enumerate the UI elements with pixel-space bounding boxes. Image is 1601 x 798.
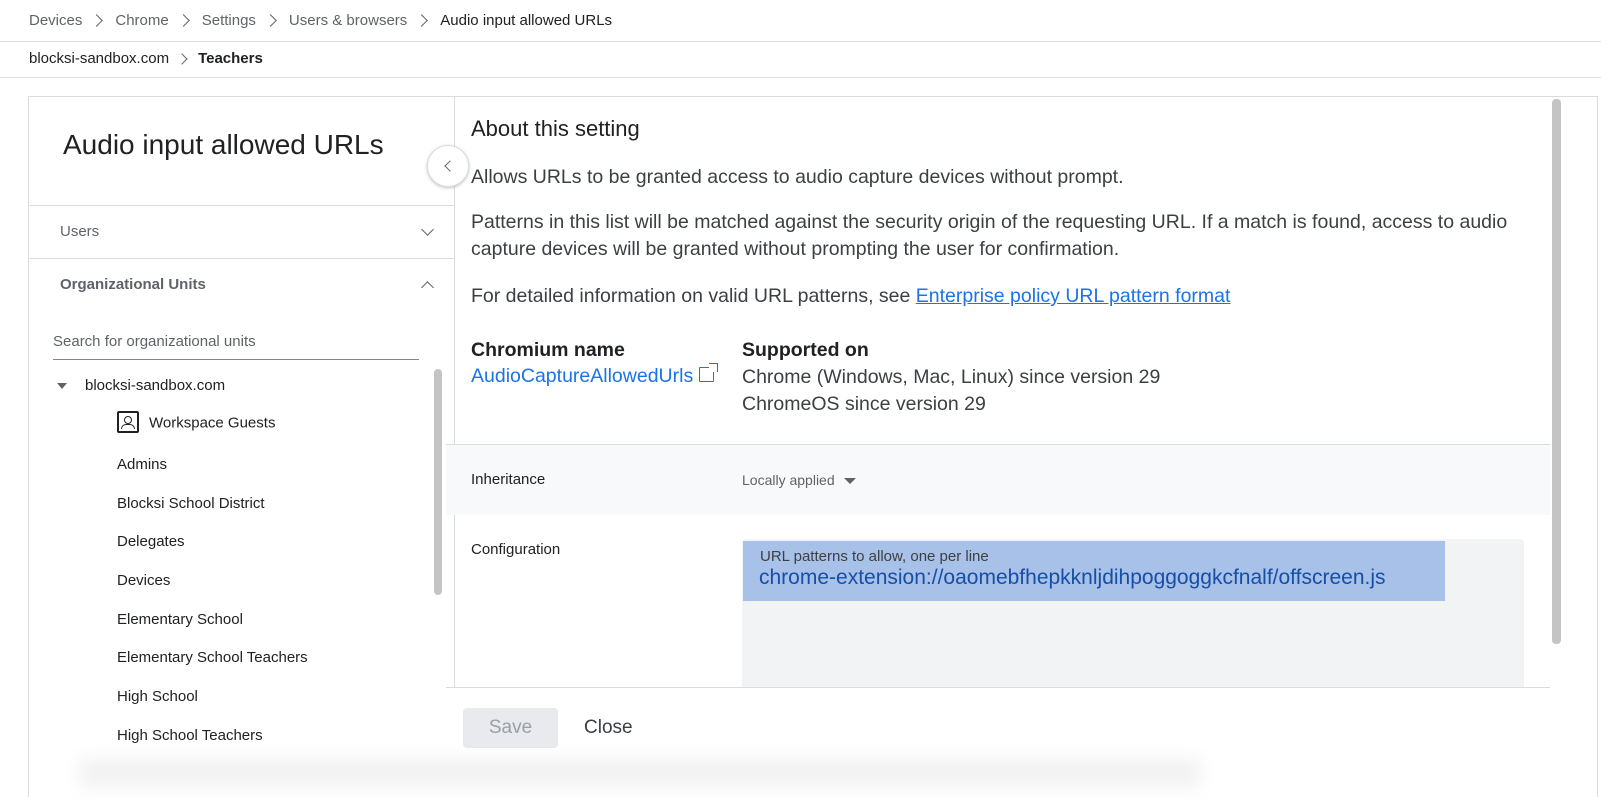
chevron-right-icon	[176, 14, 190, 27]
textarea-floating-label: URL patterns to allow, one per line	[760, 548, 989, 565]
chevron-right-icon	[176, 52, 188, 65]
textarea-value[interactable]: chrome-extension://oaomebfhepkknljdihpog…	[759, 566, 1386, 590]
setting-details-panel: About this setting Allows URLs to be gra…	[446, 97, 1550, 798]
setting-details: Patterns in this list will be matched ag…	[471, 211, 1508, 260]
breadcrumb: Devices Chrome Settings Users & browsers…	[29, 12, 612, 29]
inheritance-label: Inheritance	[471, 471, 546, 488]
org-breadcrumb: blocksi-sandbox.com Teachers	[29, 50, 263, 67]
org-unit-panel: Audio input allowed URLs Users Organizat…	[29, 97, 455, 797]
tree-root-label: blocksi-sandbox.com	[85, 377, 226, 394]
tree-item-delegates[interactable]: Delegates	[117, 533, 185, 550]
save-button[interactable]: Save	[463, 708, 558, 748]
org-units-section-label: Organizational Units	[60, 276, 206, 293]
settings-card: Audio input allowed URLs Users Organizat…	[28, 96, 1598, 798]
setting-description: Allows URLs to be granted access to audi…	[471, 166, 1124, 188]
supported-on-chrome: Chrome (Windows, Mac, Linux) since versi…	[742, 366, 1161, 388]
bottom-shadow	[80, 758, 1200, 788]
tree-root-item[interactable]: blocksi-sandbox.com	[57, 377, 225, 394]
breadcrumb-users-browsers[interactable]: Users & browsers	[289, 12, 407, 29]
breadcrumb-chrome[interactable]: Chrome	[115, 12, 168, 29]
org-breadcrumb-current: Teachers	[198, 50, 263, 67]
breadcrumb-devices[interactable]: Devices	[29, 12, 82, 29]
url-pattern-format-link[interactable]: Enterprise policy URL pattern format	[916, 285, 1231, 307]
tree-item-workspace-guests[interactable]: Workspace Guests	[117, 411, 276, 433]
tree-item-blocksi-school-district[interactable]: Blocksi School District	[117, 495, 265, 512]
external-link-icon	[699, 363, 719, 383]
users-section[interactable]: Users	[29, 205, 454, 259]
tree-item-high-school-teachers[interactable]: High School Teachers	[117, 727, 263, 744]
chevron-right-icon	[264, 14, 277, 27]
tree-item-elementary-school[interactable]: Elementary School	[117, 611, 243, 628]
supported-on-label: Supported on	[742, 339, 869, 361]
tree-item-label: Workspace Guests	[149, 414, 276, 432]
url-patterns-textarea[interactable]: URL patterns to allow, one per line chro…	[742, 539, 1524, 699]
tree-item-elementary-school-teachers[interactable]: Elementary School Teachers	[117, 649, 308, 666]
close-button[interactable]: Close	[572, 708, 645, 748]
org-unit-bar: blocksi-sandbox.com Teachers	[0, 41, 1601, 78]
chromium-name-link[interactable]: AudioCaptureAllowedUrls	[471, 363, 719, 388]
tree-item-devices[interactable]: Devices	[117, 572, 170, 589]
collapse-panel-button[interactable]	[427, 145, 469, 187]
org-breadcrumb-root[interactable]: blocksi-sandbox.com	[29, 50, 169, 67]
org-units-section[interactable]: Organizational Units	[29, 258, 454, 312]
chevron-right-icon	[415, 14, 429, 27]
about-heading: About this setting	[471, 116, 640, 141]
configuration-label: Configuration	[471, 541, 561, 558]
users-section-label: Users	[60, 223, 100, 240]
top-breadcrumb-bar: Devices Chrome Settings Users & browsers…	[0, 0, 1601, 42]
url-pattern-info: For detailed information on valid URL pa…	[471, 283, 1531, 310]
tree-item-high-school[interactable]: High School	[117, 688, 198, 705]
breadcrumb-settings[interactable]: Settings	[202, 12, 256, 29]
chromium-name-label: Chromium name	[471, 339, 625, 361]
org-unit-search	[53, 329, 419, 360]
inheritance-value: Locally applied	[742, 472, 835, 488]
url-pattern-info-text: For detailed information on valid URL pa…	[471, 285, 916, 307]
tree-item-admins[interactable]: Admins	[117, 456, 167, 473]
inheritance-dropdown[interactable]: Locally applied	[742, 472, 856, 488]
guest-badge-icon	[117, 411, 139, 433]
chevron-right-icon	[90, 14, 104, 27]
org-tree-scrollbar[interactable]	[434, 369, 442, 595]
supported-on-chromeos: ChromeOS since version 29	[742, 393, 986, 415]
details-scrollbar[interactable]	[1552, 99, 1561, 644]
chevron-up-icon	[421, 281, 434, 294]
triangle-down-icon[interactable]	[57, 383, 67, 390]
breadcrumb-current: Audio input allowed URLs	[440, 12, 613, 29]
chevron-left-icon	[444, 160, 456, 172]
org-unit-search-input[interactable]	[53, 329, 419, 354]
panel-title: Audio input allowed URLs	[63, 129, 384, 160]
inheritance-row: Inheritance Locally applied	[446, 445, 1550, 515]
dropdown-arrow-icon	[843, 478, 856, 485]
chromium-name-value: AudioCaptureAllowedUrls	[471, 365, 694, 387]
chevron-down-icon	[421, 223, 434, 236]
